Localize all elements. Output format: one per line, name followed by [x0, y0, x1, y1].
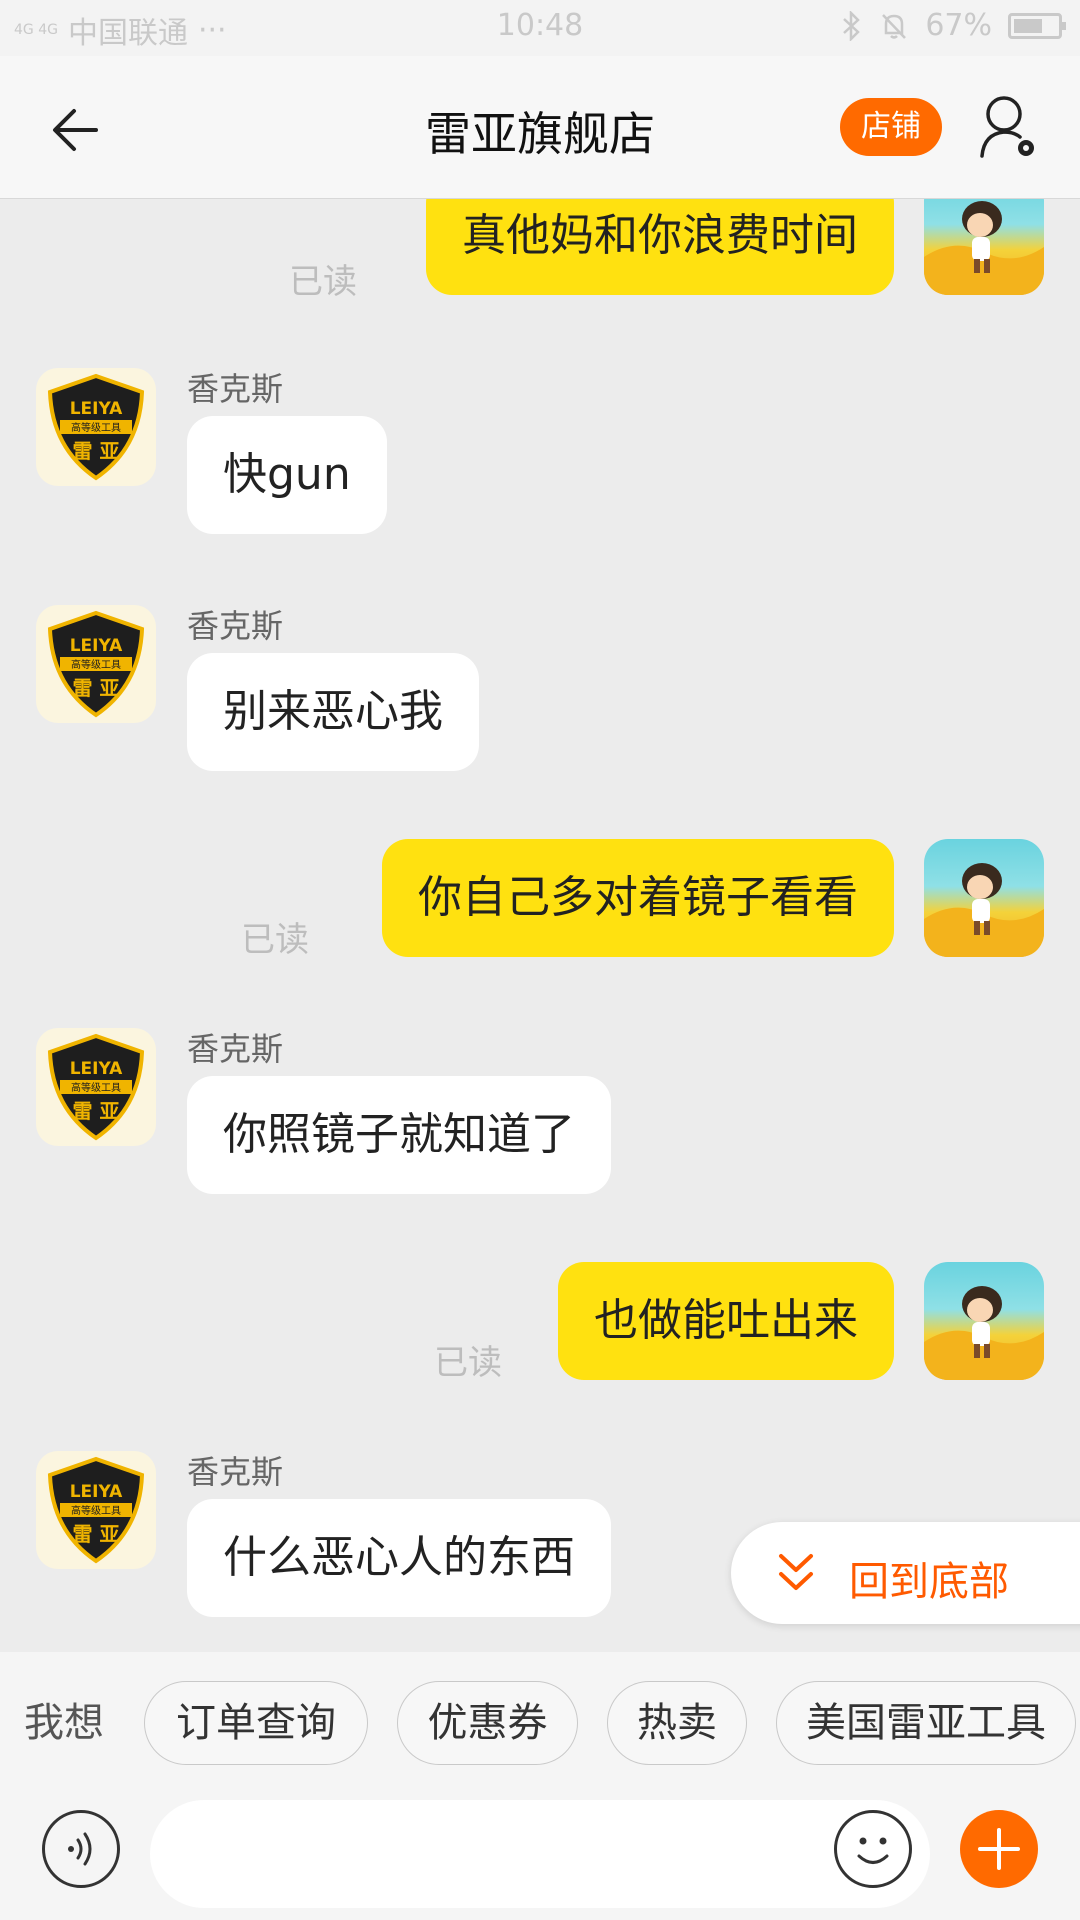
svg-text:高等级工具: 高等级工具	[71, 1081, 121, 1094]
input-bar	[0, 1798, 1080, 1920]
leiya-logo: LEIYA 高等级工具 雷 亚	[47, 1456, 145, 1564]
plus-icon	[978, 1828, 1020, 1870]
outgoing-message[interactable]: 也做能吐出来	[558, 1262, 894, 1380]
quick-reply-bar: 我想 订单查询 优惠券 热卖 美国雷亚工具	[0, 1652, 1080, 1798]
scroll-to-bottom-label: 回到底部	[849, 1559, 1009, 1605]
quick-reply-chip[interactable]: 热卖	[607, 1681, 747, 1765]
status-bar: 4G 4G 中国联通 ··· 10:48 67%	[0, 0, 1080, 56]
svg-text:雷 亚: 雷 亚	[73, 1522, 120, 1546]
svg-text:LEIYA: LEIYA	[70, 1482, 123, 1502]
quick-reply-chip[interactable]: 优惠券	[397, 1681, 578, 1765]
svg-text:LEIYA: LEIYA	[70, 399, 123, 419]
message-list[interactable]: 已读 真他妈和你浪费时间 LEIYA 高等级工具 雷 亚 香克斯 快gun LE…	[0, 199, 1080, 1652]
smiley-icon	[857, 1837, 889, 1864]
voice-button[interactable]	[42, 1810, 120, 1888]
store-button[interactable]: 店铺	[840, 98, 942, 156]
battery-percent: 67%	[925, 8, 992, 43]
shop-avatar[interactable]: LEIYA 高等级工具 雷 亚	[36, 368, 156, 486]
scroll-to-bottom-button[interactable]: 回到底部	[731, 1522, 1080, 1624]
shop-avatar[interactable]: LEIYA 高等级工具 雷 亚	[36, 1451, 156, 1569]
shop-avatar[interactable]: LEIYA 高等级工具 雷 亚	[36, 1028, 156, 1146]
leiya-logo: LEIYA 高等级工具 雷 亚	[47, 373, 145, 481]
incoming-message[interactable]: 别来恶心我	[187, 653, 479, 771]
svg-text:雷 亚: 雷 亚	[73, 1099, 120, 1123]
emoji-button[interactable]	[834, 1810, 912, 1888]
svg-text:高等级工具: 高等级工具	[71, 658, 121, 671]
battery-icon	[1008, 12, 1066, 39]
quick-reply-label: 我想	[24, 1700, 104, 1746]
bluetooth-icon	[843, 10, 861, 41]
message-input[interactable]	[150, 1800, 930, 1908]
boy-in-field-image	[924, 863, 1044, 957]
sender-name: 香克斯	[187, 1030, 284, 1068]
svg-text:高等级工具: 高等级工具	[71, 1504, 121, 1517]
my-avatar[interactable]	[924, 1262, 1044, 1380]
outgoing-message[interactable]: 真他妈和你浪费时间	[426, 199, 894, 295]
svg-text:雷 亚: 雷 亚	[73, 439, 120, 463]
chat-header: 雷亚旗舰店 店铺	[0, 56, 1080, 199]
read-receipt: 已读	[434, 1343, 502, 1383]
read-receipt: 已读	[241, 920, 309, 960]
svg-text:LEIYA: LEIYA	[70, 636, 123, 656]
boy-in-field-image	[924, 1286, 1044, 1380]
double-chevron-down-icon	[779, 1554, 813, 1590]
voice-wave-icon	[68, 1832, 92, 1866]
sender-name: 香克斯	[187, 607, 284, 645]
status-right: 67%	[841, 8, 1066, 43]
incoming-message[interactable]: 你照镜子就知道了	[187, 1076, 611, 1194]
leiya-logo: LEIYA 高等级工具 雷 亚	[47, 1033, 145, 1141]
svg-text:高等级工具: 高等级工具	[71, 421, 121, 434]
outgoing-message[interactable]: 你自己多对着镜子看看	[382, 839, 894, 957]
user-settings-icon[interactable]	[978, 92, 1042, 162]
read-receipt: 已读	[289, 262, 357, 302]
leiya-logo: LEIYA 高等级工具 雷 亚	[47, 610, 145, 718]
svg-text:LEIYA: LEIYA	[70, 1059, 123, 1079]
sender-name: 香克斯	[187, 1453, 284, 1491]
my-avatar[interactable]	[924, 199, 1044, 295]
svg-text:雷 亚: 雷 亚	[73, 676, 120, 700]
my-avatar[interactable]	[924, 839, 1044, 957]
quick-reply-chip[interactable]: 订单查询	[144, 1681, 368, 1765]
sender-name: 香克斯	[187, 370, 284, 408]
quick-reply-chip[interactable]: 美国雷亚工具	[776, 1681, 1076, 1765]
shop-avatar[interactable]: LEIYA 高等级工具 雷 亚	[36, 605, 156, 723]
incoming-message[interactable]: 快gun	[187, 416, 387, 534]
mute-bell-icon	[882, 13, 907, 39]
more-options-button[interactable]	[960, 1810, 1038, 1888]
boy-in-field-image	[924, 201, 1044, 295]
incoming-message[interactable]: 什么恶心人的东西	[187, 1499, 611, 1617]
